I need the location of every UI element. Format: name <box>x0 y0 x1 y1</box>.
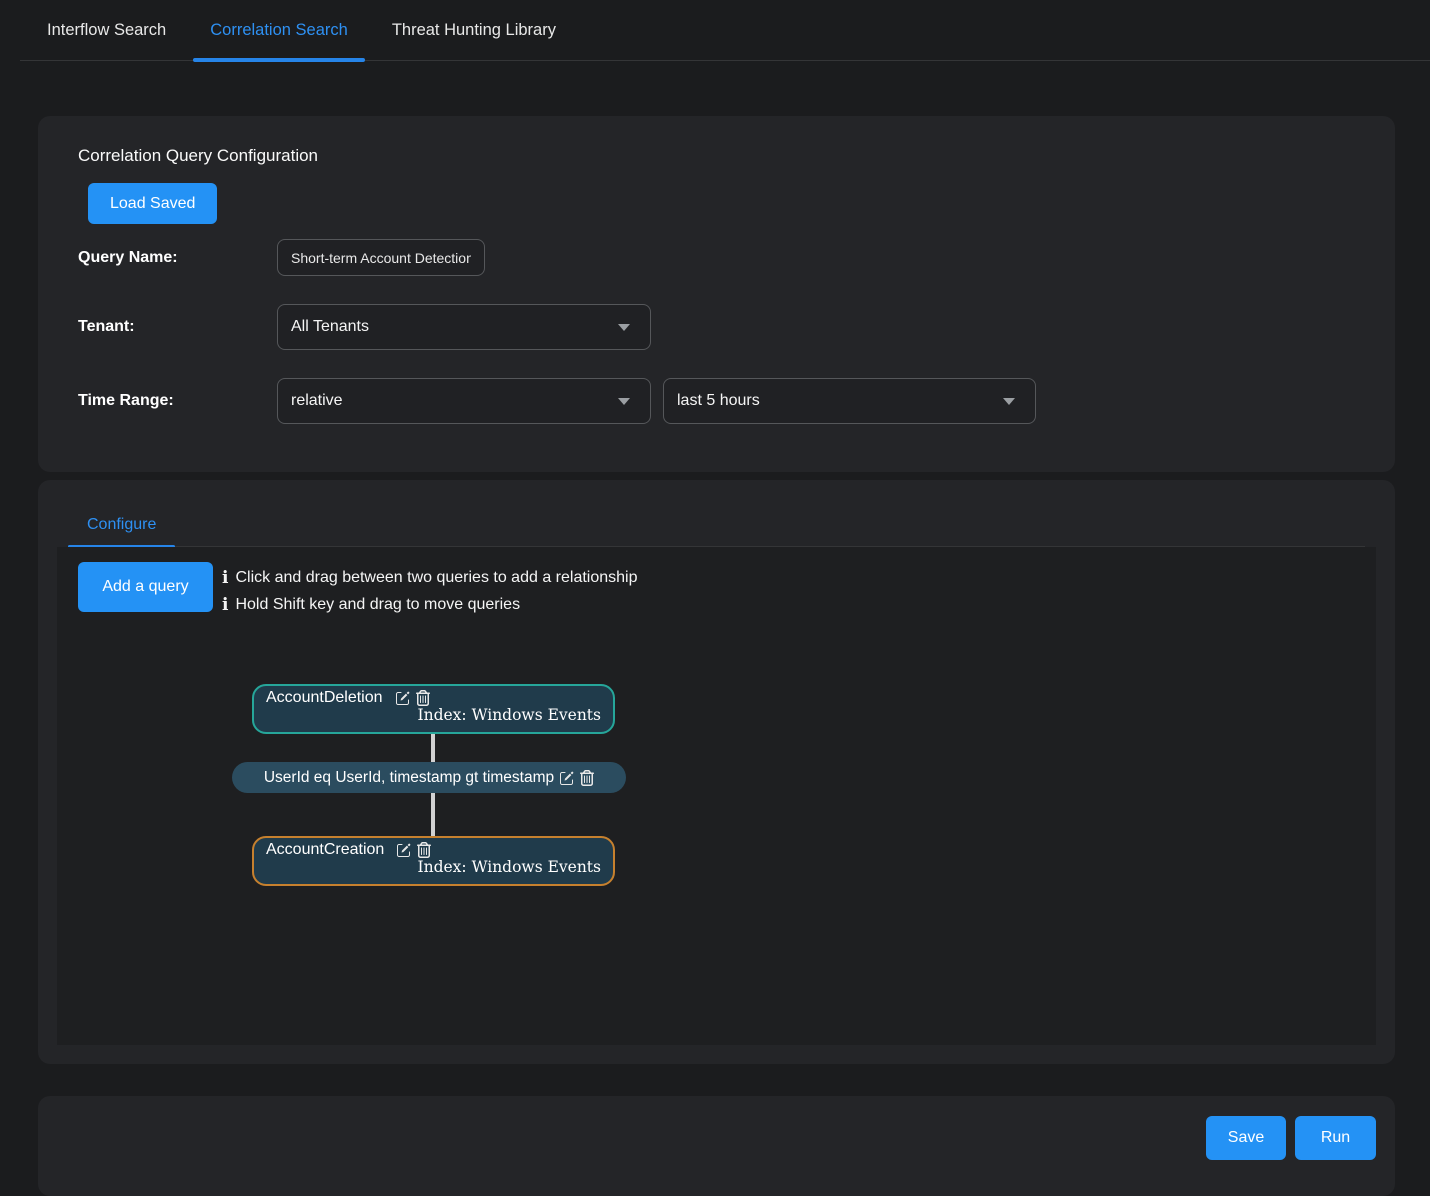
tab-configure[interactable]: Configure <box>68 507 175 546</box>
tab-threat-hunting-library[interactable]: Threat Hunting Library <box>375 0 573 60</box>
hint-move: i Hold Shift key and drag to move querie… <box>222 591 638 618</box>
hint-text: Click and drag between two queries to ad… <box>235 569 637 587</box>
trash-icon[interactable] <box>416 690 430 706</box>
time-range-type-select[interactable]: relative <box>277 378 651 424</box>
chevron-down-icon <box>618 324 630 331</box>
query-name-row: Query Name: <box>78 239 1355 276</box>
time-range-type-value: relative <box>291 392 343 410</box>
hint-relationship: i Click and drag between two queries to … <box>222 564 638 591</box>
hints: i Click and drag between two queries to … <box>222 562 638 618</box>
top-tab-bar: Interflow Search Correlation Search Thre… <box>20 0 1430 61</box>
tenant-selected-value: All Tenants <box>291 318 369 336</box>
time-range-value: last 5 hours <box>677 392 760 410</box>
chevron-down-icon <box>618 398 630 405</box>
edit-icon[interactable] <box>396 842 412 858</box>
query-builder-panel: Configure Add a query i Click and drag b… <box>38 480 1395 1064</box>
edit-icon[interactable] <box>395 690 411 706</box>
footer-actions: Save Run <box>1206 1116 1376 1160</box>
tab-correlation-search[interactable]: Correlation Search <box>193 0 365 60</box>
info-icon: i <box>222 568 228 588</box>
info-icon: i <box>222 595 228 615</box>
query-node-account-creation[interactable]: AccountCreation Index: Windows Events <box>252 836 615 886</box>
query-name-input[interactable] <box>277 239 485 276</box>
footer-action-bar: Save Run <box>38 1096 1395 1196</box>
tab-label: Threat Hunting Library <box>392 21 556 40</box>
node-title-row: AccountDeletion <box>266 689 601 707</box>
tab-label: Correlation Search <box>210 21 348 40</box>
node-index-label: Index: Windows Events <box>266 858 601 876</box>
trash-icon[interactable] <box>580 770 594 786</box>
node-index-label: Index: Windows Events <box>266 706 601 724</box>
builder-tab-bar: Configure <box>68 480 1365 547</box>
relationship-pill[interactable]: UserId eq UserId, timestamp gt timestamp <box>232 762 626 793</box>
query-node-name: AccountCreation <box>266 841 384 859</box>
node-title-row: AccountCreation <box>266 841 601 859</box>
trash-icon[interactable] <box>417 842 431 858</box>
tenant-select[interactable]: All Tenants <box>277 304 651 350</box>
time-range-value-select[interactable]: last 5 hours <box>663 378 1036 424</box>
tab-label: Interflow Search <box>47 21 166 40</box>
tenant-row: Tenant: All Tenants <box>78 304 1355 350</box>
edit-icon[interactable] <box>559 770 575 786</box>
query-node-name: AccountDeletion <box>266 689 383 707</box>
hint-text: Hold Shift key and drag to move queries <box>235 596 520 614</box>
relationship-label: UserId eq UserId, timestamp gt timestamp <box>264 769 554 787</box>
load-saved-button[interactable]: Load Saved <box>88 183 217 224</box>
chevron-down-icon <box>1003 398 1015 405</box>
time-range-row: Time Range: relative last 5 hours <box>78 378 1355 424</box>
query-node-account-deletion[interactable]: AccountDeletion Index: Windows Events <box>252 684 615 734</box>
query-name-label: Query Name: <box>78 249 277 267</box>
panel-title: Correlation Query Configuration <box>78 146 1355 166</box>
query-canvas[interactable]: Add a query i Click and drag between two… <box>57 547 1376 1045</box>
save-button[interactable]: Save <box>1206 1116 1286 1160</box>
add-query-button[interactable]: Add a query <box>78 562 213 612</box>
tenant-label: Tenant: <box>78 318 277 336</box>
tab-label: Configure <box>87 516 156 533</box>
time-range-label: Time Range: <box>78 392 277 410</box>
canvas-toolbar: Add a query i Click and drag between two… <box>78 562 1376 618</box>
run-button[interactable]: Run <box>1295 1116 1376 1160</box>
tab-interflow-search[interactable]: Interflow Search <box>30 0 183 60</box>
correlation-query-configuration-panel: Correlation Query Configuration Load Sav… <box>38 116 1395 472</box>
